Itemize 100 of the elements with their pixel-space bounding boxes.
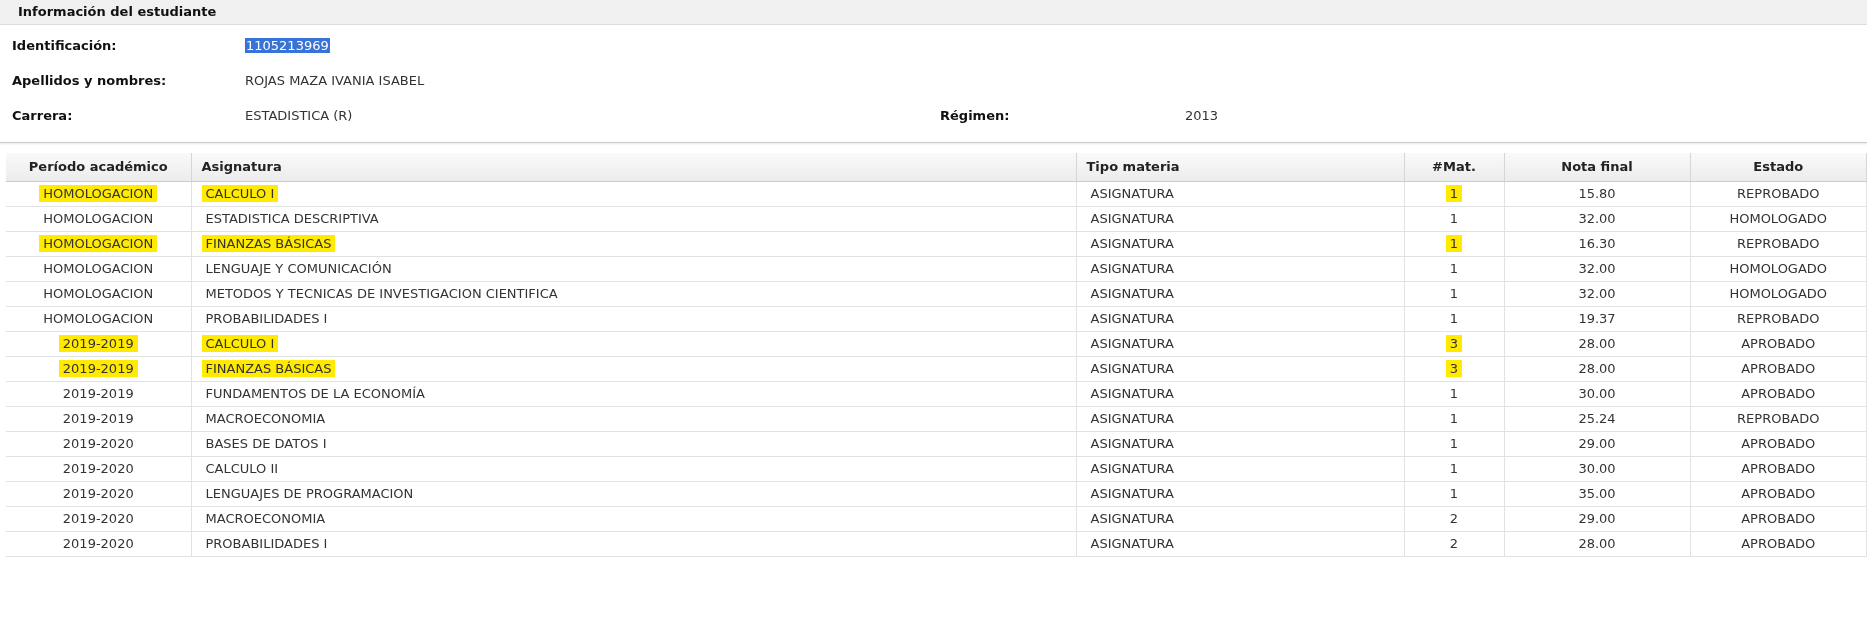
table-cell-text: APROBADO [1740,435,1817,453]
table-cell-text: ASIGNATURA [1089,185,1176,203]
table-cell-text: 16.30 [1577,235,1617,253]
table-cell-text: ASIGNATURA [1089,460,1176,478]
table-cell-text: BASES DE DATOS I [204,435,328,453]
table-cell: FINANZAS BÁSICAS [201,360,336,378]
table-cell-text: 2 [1448,535,1460,553]
table-cell-text: 19.37 [1577,310,1617,328]
table-cell-text: 2019-2019 [61,410,135,428]
table-cell-text: 2019-2020 [61,460,135,478]
field-label: Apellidos y nombres: [12,72,168,91]
table-cell-text: APROBADO [1740,335,1817,353]
table-cell-text: 2019-2020 [61,535,135,553]
table-cell-text: PROBABILIDADES I [204,310,329,328]
table-cell-text: 28.00 [1577,535,1617,553]
field-label: Régimen: [940,107,1011,126]
table-cell-text: REPROBADO [1736,235,1821,253]
table-cell-text: HOMOLOGADO [1728,210,1829,228]
table-cell: CALCULO I [201,335,279,353]
table-cell-text: 2019-2020 [61,435,135,453]
table-cell-text: 28.00 [1577,360,1617,378]
table-cell-text: REPROBADO [1736,410,1821,428]
table-cell: 1 [1445,185,1463,203]
table-cell-text: 1 [1448,310,1460,328]
field-value: 2013 [1185,107,1219,126]
column-header[interactable]: Tipo materia [1076,152,1404,182]
table-cell-text: 1 [1448,385,1460,403]
table-cell-text: 1 [1448,485,1460,503]
field-value: ROJAS MAZA IVANIA ISABEL [245,73,425,89]
table-cell-text: ASIGNATURA [1089,510,1176,528]
table-cell-text: FUNDAMENTOS DE LA ECONOMÍA [204,385,426,403]
column-header[interactable]: Asignatura [191,152,1076,182]
table-cell-text: 30.00 [1577,385,1617,403]
table-cell-text: ASIGNATURA [1089,235,1176,253]
table-cell-text: ASIGNATURA [1089,435,1176,453]
table-cell-text: ASIGNATURA [1089,360,1176,378]
table-cell-text: 1 [1448,260,1460,278]
table-cell-text: REPROBADO [1736,185,1821,203]
table-cell-text: MACROECONOMIA [204,410,327,428]
table-cell-text: LENGUAJES DE PROGRAMACION [204,485,415,503]
table-cell-text: 1 [1448,210,1460,228]
table-cell: HOMOLOGACION [39,185,158,203]
table-cell-text: HOMOLOGACION [42,210,155,228]
field-value: ESTADISTICA (R) [245,108,353,124]
table-cell: 2019-2019 [58,335,138,353]
table-cell-text: 30.00 [1577,460,1617,478]
table-cell-text: 32.00 [1577,285,1617,303]
field-label: Carrera: [12,107,74,126]
table-cell-text: ASIGNATURA [1089,535,1176,553]
table-cell: CALCULO I [201,185,279,203]
table-cell-text: LENGUAJE Y COMUNICACIÓN [204,260,393,278]
table-cell-text: APROBADO [1740,510,1817,528]
table-cell-text: ASIGNATURA [1089,385,1176,403]
table-cell-text: 29.00 [1577,435,1617,453]
section-header: Información del estudiante [0,0,1867,25]
table-cell-text: CALCULO II [204,460,280,478]
table-cell: 2019-2019 [58,360,138,378]
table-cell-text: 28.00 [1577,335,1617,353]
table-cell-text: APROBADO [1740,385,1817,403]
table-cell-text: METODOS Y TECNICAS DE INVESTIGACION CIENTIFICA [204,285,559,303]
table-cell-text: HOMOLOGACION [42,310,155,328]
table-cell: 3 [1445,335,1463,353]
table-cell-text: 1 [1448,460,1460,478]
table-cell-text: REPROBADO [1736,310,1821,328]
table-cell-text: ASIGNATURA [1089,310,1176,328]
field-value: 1105213969 [245,38,330,54]
table-cell: 3 [1445,360,1463,378]
table-cell-text: 15.80 [1577,185,1617,203]
table-cell: 1 [1445,235,1463,253]
table-cell-text: MACROECONOMIA [204,510,327,528]
table-cell-text: 2 [1448,510,1460,528]
column-header[interactable]: Estado [1690,152,1867,182]
table-cell-text: 35.00 [1577,485,1617,503]
table-cell-text: APROBADO [1740,535,1817,553]
table-cell-text: HOMOLOGADO [1728,260,1829,278]
table-cell-text: 32.00 [1577,260,1617,278]
table-cell-text: 1 [1448,285,1460,303]
table-cell-text: 32.00 [1577,210,1617,228]
table-cell-text: ESTADISTICA DESCRIPTIVA [204,210,380,228]
table-cell-text: ASIGNATURA [1089,410,1176,428]
column-header[interactable]: #Mat. [1404,152,1504,182]
table-cell-text: ASIGNATURA [1089,335,1176,353]
table-cell-text: APROBADO [1740,460,1817,478]
table-cell-text: HOMOLOGACION [42,285,155,303]
table-cell-text: 1 [1448,435,1460,453]
table-cell-text: 1 [1448,410,1460,428]
table-cell-text: APROBADO [1740,485,1817,503]
table-cell-text: HOMOLOGACION [42,260,155,278]
table-cell-text: PROBABILIDADES I [204,535,329,553]
table-cell: HOMOLOGACION [39,235,158,253]
table-cell-text: ASIGNATURA [1089,485,1176,503]
column-header[interactable]: Nota final [1504,152,1690,182]
column-header[interactable]: Período académico [6,152,191,182]
table-cell-text: HOMOLOGADO [1728,285,1829,303]
table-cell-text: 2019-2020 [61,510,135,528]
table-cell-text: ASIGNATURA [1089,210,1176,228]
table-cell: FINANZAS BÁSICAS [201,235,336,253]
table-cell-text: 2019-2019 [61,385,135,403]
table-cell-text: 2019-2020 [61,485,135,503]
field-label: Identificación: [12,37,118,56]
